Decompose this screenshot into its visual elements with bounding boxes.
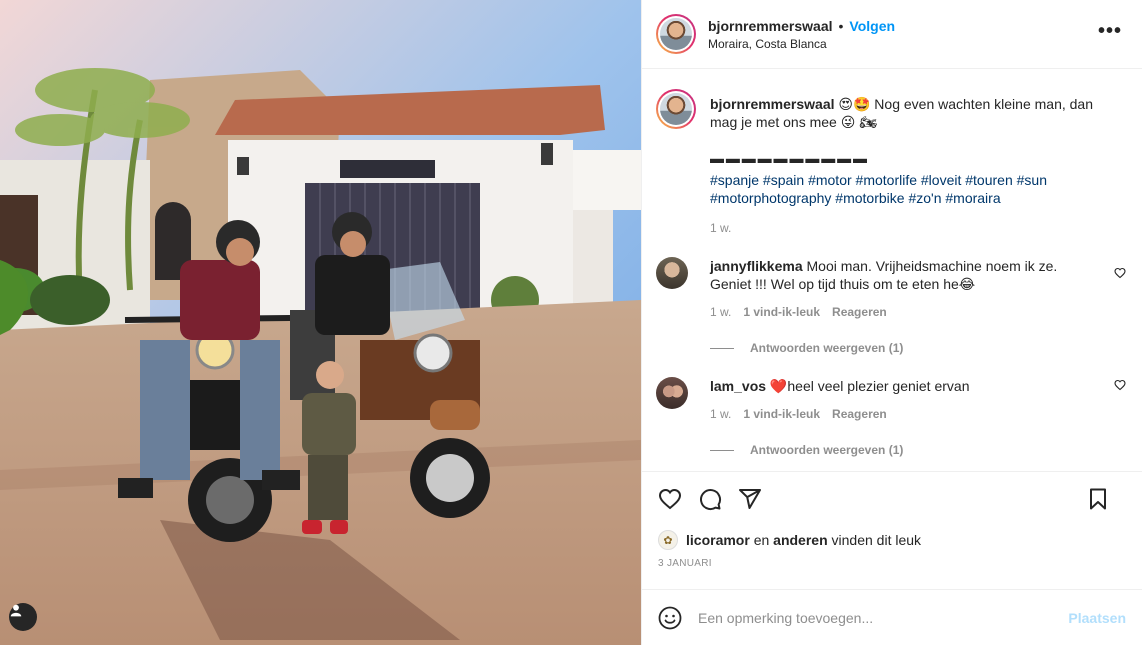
liker-avatar[interactable]: ✿ [658,530,678,550]
post-modal: bjornremmerswaal • Volgen Moraira, Costa… [0,0,1142,645]
comment-icon[interactable] [698,487,722,511]
follow-button[interactable]: Volgen [849,18,895,34]
separator-dot: • [838,17,844,34]
likes-others-link[interactable]: anderen [773,532,827,548]
add-comment-bar: Plaatsen [642,589,1142,645]
view-replies-button[interactable]: Antwoorden weergeven (1) [710,443,1126,457]
post-header: bjornremmerswaal • Volgen Moraira, Costa… [642,0,1142,69]
comment-like-heart-icon[interactable] [1114,379,1126,394]
likes-suffix: vinden dit leuk [827,532,922,548]
view-replies-label: Antwoorden weergeven (1) [750,443,904,457]
user-tag-button[interactable] [9,603,37,631]
heart-icon[interactable] [658,487,682,511]
post-comment-button[interactable]: Plaatsen [1068,610,1126,626]
reply-button[interactable]: Reageren [832,305,887,319]
bookmark-icon[interactable] [1086,487,1110,511]
comment-avatar[interactable] [656,257,688,289]
action-bar [642,471,1142,526]
comments-list: bjornremmerswaal 😍🤩 Nog even wachten kle… [642,69,1142,471]
caption-time[interactable]: 1 w. [710,221,731,235]
post-location[interactable]: Moraira, Costa Blanca [708,37,895,51]
view-replies-label: Antwoorden weergeven (1) [750,341,904,355]
reply-button[interactable]: Reageren [832,407,887,421]
emoji-icon[interactable] [658,606,682,630]
caption-dashes: ▬ ▬ ▬ ▬ ▬ ▬ ▬ ▬ ▬ ▬ [710,150,867,166]
comment-text: ❤️heel veel plezier geniet ervan [766,378,970,394]
post-photo[interactable] [0,0,641,645]
author-username[interactable]: bjornremmerswaal [708,18,833,34]
post-side-panel: bjornremmerswaal • Volgen Moraira, Costa… [641,0,1142,645]
comment-username[interactable]: lam_vos [710,378,766,394]
photo-illustration [0,0,641,645]
comment-likes[interactable]: 1 vind-ik-leuk [743,305,820,319]
comment-input[interactable] [698,609,1069,626]
liker-username[interactable]: licoramor [686,532,750,548]
caption-avatar[interactable] [656,89,696,129]
author-avatar[interactable] [656,14,696,54]
likes-summary: ✿ licoramor en anderen vinden dit leuk [642,526,1142,554]
comment-likes[interactable]: 1 vind-ik-leuk [743,407,820,421]
comment-time[interactable]: 1 w. [710,305,731,319]
share-icon[interactable] [738,487,762,511]
caption: bjornremmerswaal 😍🤩 Nog even wachten kle… [656,89,1126,235]
more-icon[interactable]: ••• [1098,21,1122,41]
caption-username[interactable]: bjornremmerswaal [710,96,835,112]
comment-time[interactable]: 1 w. [710,407,731,421]
comment-item: lam_vos ❤️heel veel plezier geniet ervan… [656,377,1126,421]
comment-item: jannyflikkema Mooi man. Vrijheidsmachine… [656,257,1126,319]
caption-hashtags[interactable]: #spanje #spain #motor #motorlife #loveit… [710,171,1100,207]
comment-avatar[interactable] [656,377,688,409]
likes-and: en [749,532,774,548]
comment-username[interactable]: jannyflikkema [710,258,803,274]
comment-like-heart-icon[interactable] [1114,267,1126,282]
post-date[interactable]: 3 JANUARI [642,554,1142,589]
view-replies-button[interactable]: Antwoorden weergeven (1) [710,341,1126,355]
